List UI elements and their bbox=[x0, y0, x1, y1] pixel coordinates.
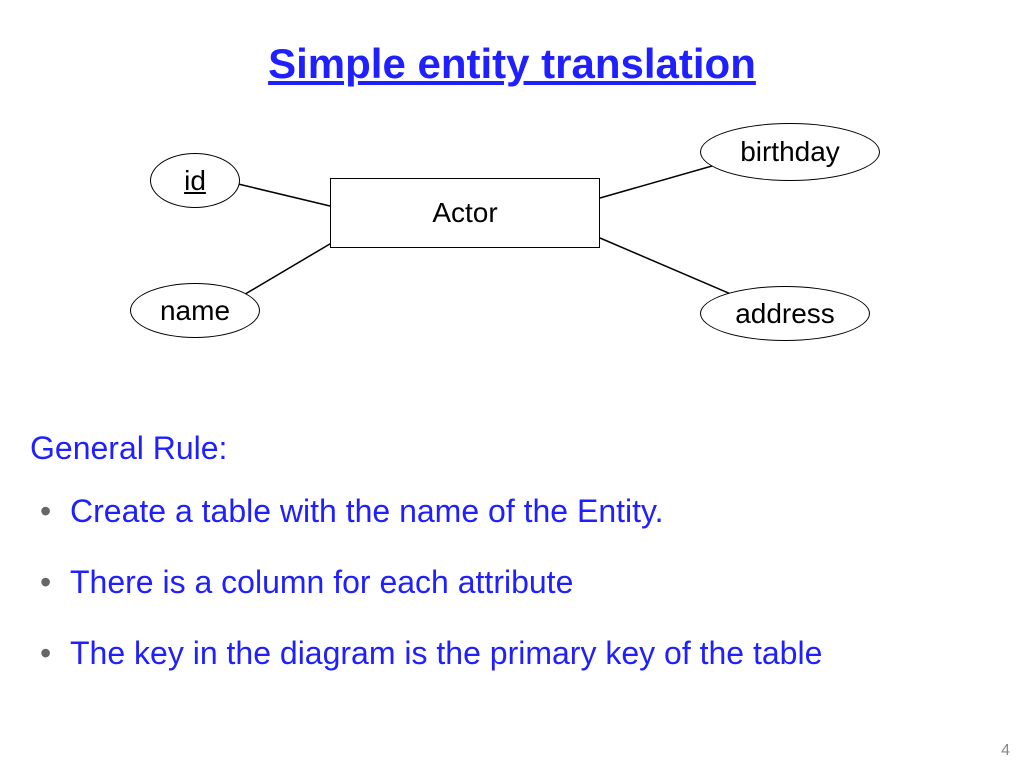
entity-actor: Actor bbox=[330, 178, 600, 248]
attribute-name-label: name bbox=[160, 295, 230, 327]
rule-heading: General Rule: bbox=[30, 430, 994, 467]
attribute-id-label: id bbox=[184, 165, 206, 197]
attribute-birthday: birthday bbox=[700, 123, 880, 181]
rule-bullet: There is a column for each attribute bbox=[30, 561, 994, 604]
rule-bullet: Create a table with the name of the Enti… bbox=[30, 490, 994, 533]
slide-title: Simple entity translation bbox=[0, 0, 1024, 88]
entity-label: Actor bbox=[432, 197, 497, 229]
page-number: 4 bbox=[1001, 742, 1010, 760]
attribute-id: id bbox=[150, 153, 240, 208]
rule-bullets: Create a table with the name of the Enti… bbox=[30, 490, 994, 704]
attribute-name: name bbox=[130, 283, 260, 338]
attribute-address: address bbox=[700, 286, 870, 341]
er-diagram: Actor id name birthday address bbox=[0, 88, 1024, 388]
attribute-address-label: address bbox=[735, 298, 835, 330]
attribute-birthday-label: birthday bbox=[740, 136, 840, 168]
rule-bullet: The key in the diagram is the primary ke… bbox=[30, 632, 994, 675]
